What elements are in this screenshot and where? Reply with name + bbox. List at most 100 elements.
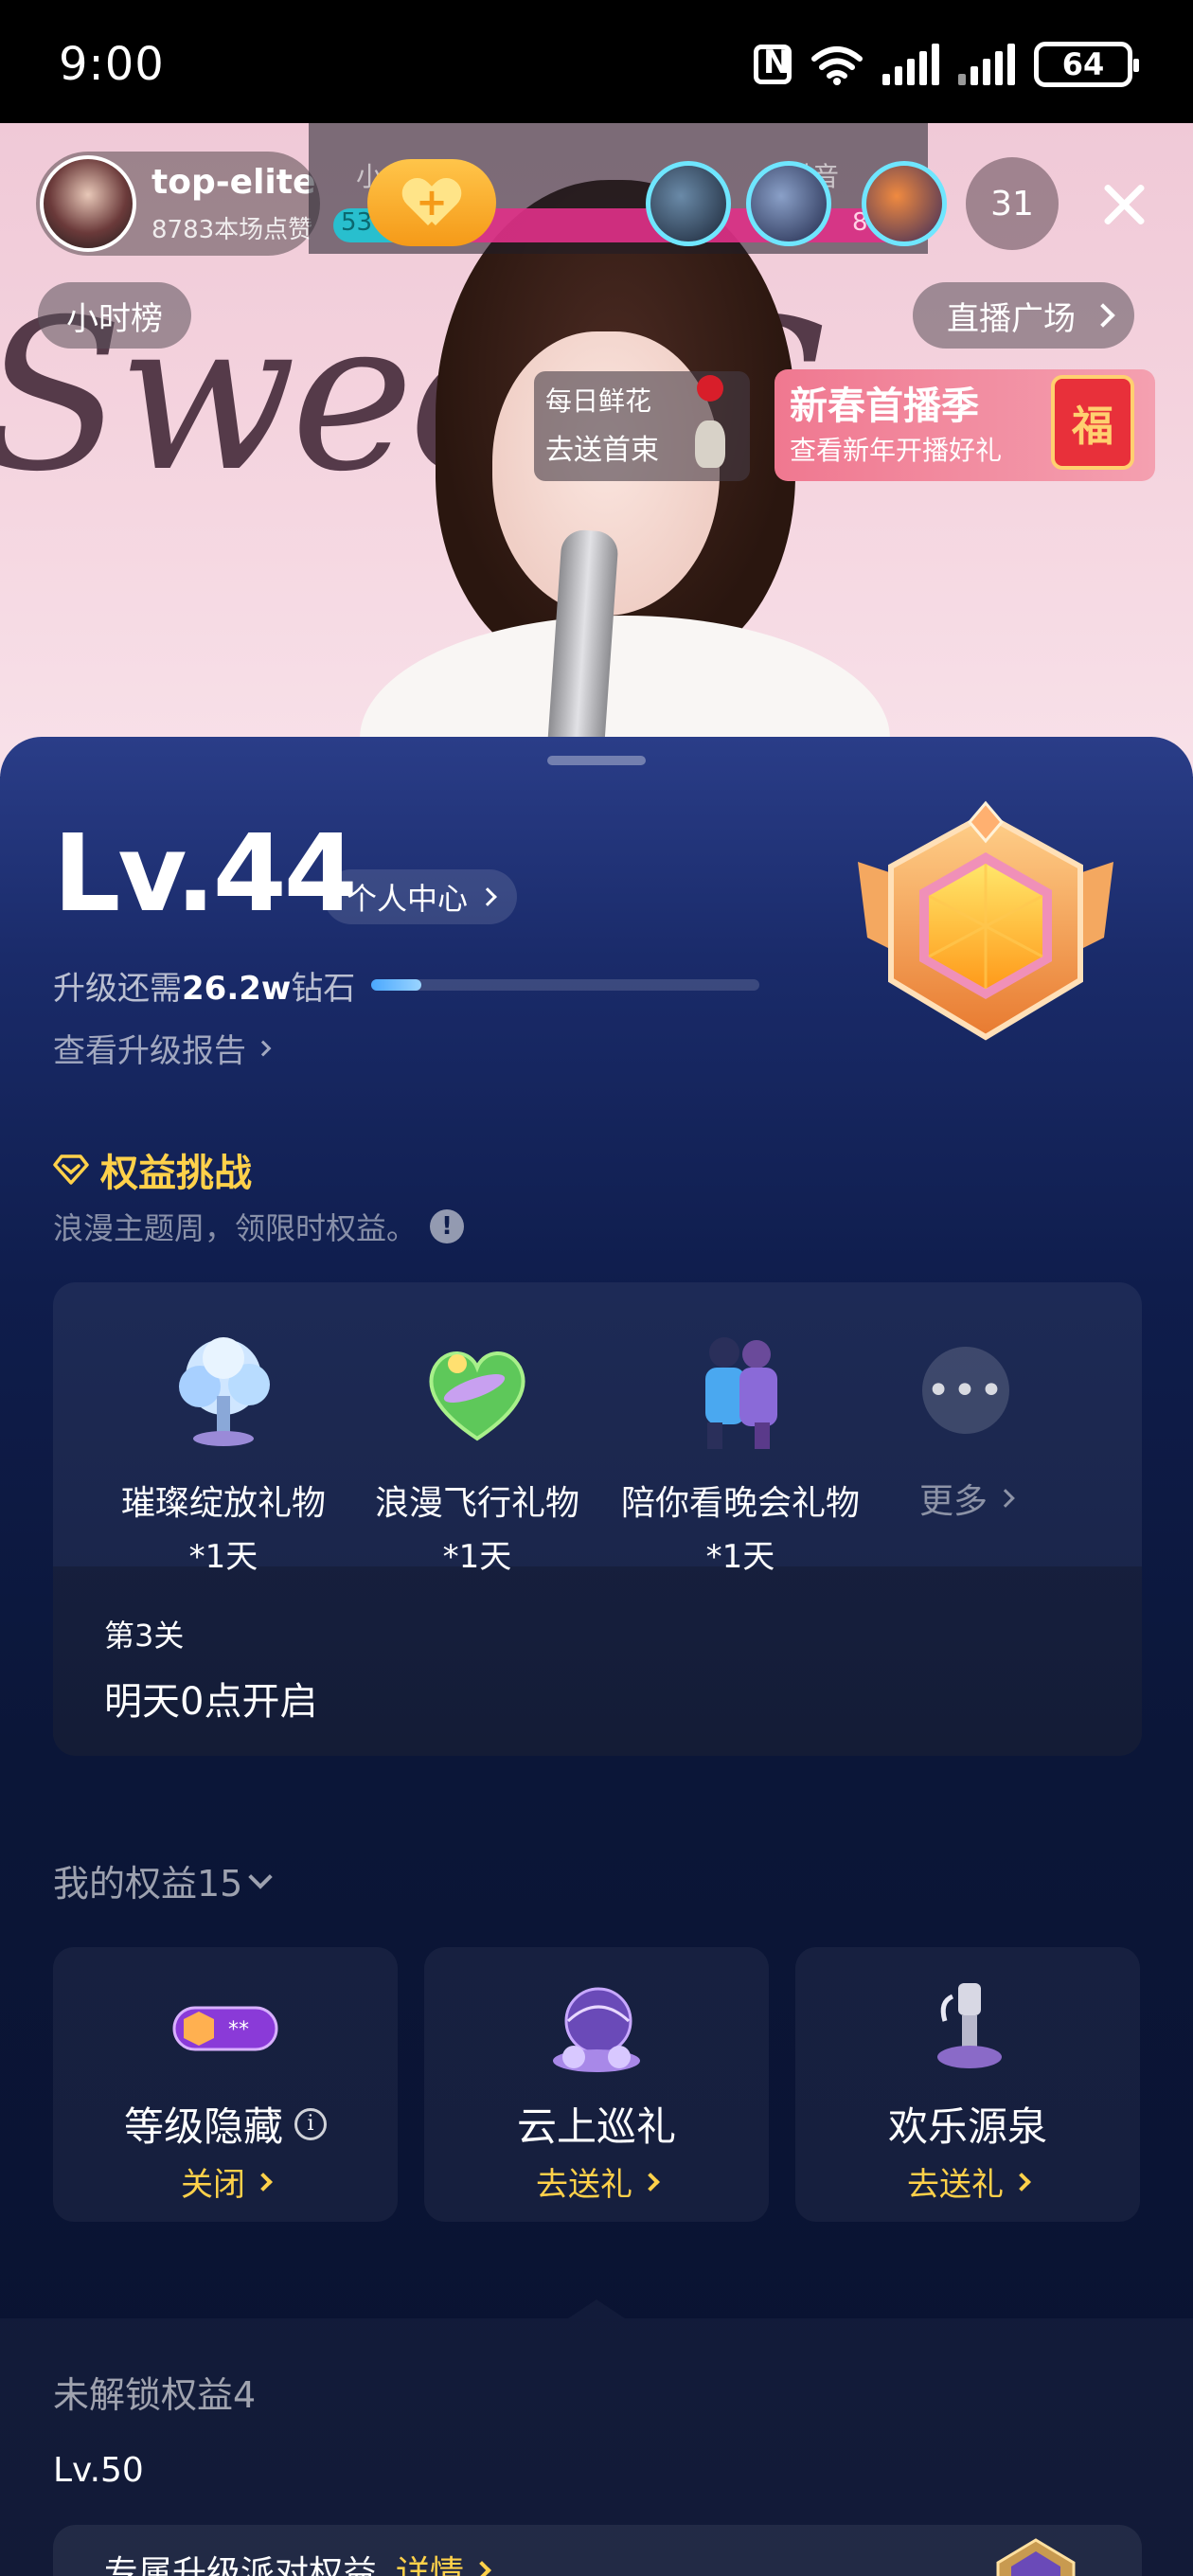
personal-center-label: 个人中心 bbox=[347, 881, 469, 917]
stage-open-time: 明天0点开启 bbox=[104, 1680, 318, 1724]
detail-label: 详情 bbox=[396, 2554, 465, 2576]
live-square-button[interactable]: 直播广场 bbox=[913, 282, 1134, 349]
upgrade-report-label: 查看升级报告 bbox=[53, 1032, 246, 1070]
nfc-icon bbox=[754, 44, 792, 84]
stage-number: 第3关 bbox=[104, 1618, 185, 1654]
personal-center-button[interactable]: 个人中心 bbox=[324, 869, 518, 924]
gift-duration: *1天 bbox=[705, 1538, 775, 1576]
level-badge-icon: ** bbox=[172, 2006, 278, 2051]
chevron-right-icon bbox=[472, 2561, 491, 2576]
locked-perk-detail-link[interactable]: 详情 bbox=[396, 2546, 491, 2576]
more-icon: ••• bbox=[922, 1347, 1009, 1434]
perk-name: 欢乐源泉 bbox=[887, 2103, 1047, 2150]
chevron-right-icon bbox=[1012, 2172, 1031, 2191]
perk-action[interactable]: 关闭 bbox=[53, 2158, 398, 2205]
live-square-label: 直播广场 bbox=[947, 299, 1076, 338]
fountain-icon bbox=[937, 1983, 1002, 2068]
need-amount: 26.2w bbox=[182, 970, 292, 1008]
diamond-icon bbox=[53, 1154, 89, 1185]
gift-item[interactable]: 浪漫飞行礼物 *1天 bbox=[354, 1330, 600, 1577]
viewer-avatar[interactable] bbox=[862, 161, 947, 246]
perk-action-label: 关闭 bbox=[181, 2166, 245, 2204]
status-bar: 9:00 64 bbox=[0, 0, 1193, 123]
level-panel: Lv.44 个人中心 升级还需26.2w钻石 查看升级报告 权益挑战 浪漫主题周 bbox=[0, 737, 1193, 2576]
level-progress-fill bbox=[371, 979, 422, 991]
signal-icon bbox=[958, 44, 1015, 85]
plus-icon: + bbox=[416, 181, 448, 224]
perk-name: 云上巡礼 bbox=[516, 2103, 676, 2150]
perk-action-label: 去送礼 bbox=[907, 2166, 1004, 2204]
my-perks-toggle[interactable]: 我的权益15 bbox=[53, 1854, 274, 1906]
gift-button[interactable]: + bbox=[367, 159, 496, 246]
chevron-right-icon bbox=[996, 1489, 1015, 1508]
flower-card-line2: 去送首束 bbox=[545, 434, 659, 467]
spring-card-title: 新春首播季 bbox=[790, 385, 979, 428]
level-badge-icon bbox=[858, 800, 1113, 1041]
viewer-avatar[interactable] bbox=[746, 161, 831, 246]
couple-icon bbox=[705, 1337, 777, 1449]
perk-card[interactable]: ** 等级隐藏 i 关闭 bbox=[53, 1947, 398, 2222]
stage-section bbox=[53, 1566, 1142, 1756]
challenge-gift-card: 璀璨绽放礼物 *1天 浪漫飞行礼物 *1天 陪你看晚会礼物 *1天 ••• 更多… bbox=[53, 1282, 1142, 1756]
perk-name-label: 等级隐藏 bbox=[123, 2103, 283, 2150]
gift-name: 陪你看晚会礼物 bbox=[620, 1484, 860, 1523]
info-icon[interactable]: ! bbox=[430, 1209, 465, 1243]
host-name: top-elite bbox=[151, 163, 316, 202]
svg-text:**: ** bbox=[228, 2018, 249, 2042]
locked-perk-text: 专属升级派对权益 详情 bbox=[104, 2546, 491, 2576]
hour-rank-label: 小时榜 bbox=[66, 299, 163, 338]
more-gifts-button[interactable]: ••• 更多 bbox=[862, 1330, 1070, 1523]
perk-action[interactable]: 去送礼 bbox=[795, 2158, 1140, 2205]
gift-duration: *1天 bbox=[442, 1538, 512, 1576]
gift-name: 浪漫飞行礼物 bbox=[374, 1484, 579, 1523]
cloud-tour-icon bbox=[553, 1987, 640, 2072]
hour-rank-button[interactable]: 小时榜 bbox=[38, 282, 191, 349]
section-notch bbox=[568, 2299, 625, 2318]
more-text: 更多 bbox=[918, 1482, 988, 1521]
rose-vase-icon bbox=[689, 375, 731, 470]
spring-card-subtitle: 查看新年开播好礼 bbox=[790, 435, 1003, 466]
locked-perks-title: 未解锁权益4 bbox=[53, 2374, 257, 2416]
crystal-tree-icon bbox=[179, 1337, 270, 1446]
challenge-subtitle-label: 浪漫主题周，领限时权益。 bbox=[53, 1210, 418, 1246]
party-badge-icon bbox=[996, 2538, 1076, 2576]
status-icons: 64 bbox=[754, 42, 1139, 87]
heart-plane-icon bbox=[429, 1351, 525, 1441]
chevron-down-icon bbox=[248, 1864, 274, 1889]
gift-name: 璀璨绽放礼物 bbox=[120, 1484, 326, 1523]
perk-card[interactable]: 欢乐源泉 去送礼 bbox=[795, 1947, 1140, 2222]
challenge-subtitle: 浪漫主题周，领限时权益。 ! bbox=[53, 1205, 465, 1248]
chevron-right-icon bbox=[1091, 303, 1115, 328]
status-time: 9:00 bbox=[59, 38, 165, 91]
chevron-right-icon bbox=[255, 1040, 272, 1056]
chevron-right-icon bbox=[478, 887, 497, 906]
upgrade-requirement: 升级还需26.2w钻石 bbox=[53, 962, 355, 1009]
more-label: 更多 bbox=[862, 1474, 1070, 1523]
close-icon[interactable] bbox=[1098, 178, 1151, 231]
fu-calendar-icon: 福 bbox=[1051, 375, 1134, 470]
chevron-right-icon bbox=[254, 2172, 273, 2191]
gift-item[interactable]: 璀璨绽放礼物 *1天 bbox=[100, 1330, 347, 1577]
perk-action[interactable]: 去送礼 bbox=[424, 2158, 769, 2205]
gift-duration: *1天 bbox=[188, 1538, 258, 1576]
signal-icon bbox=[882, 44, 939, 85]
flower-card-line1: 每日鲜花 bbox=[545, 385, 652, 417]
perk-card[interactable]: 云上巡礼 去送礼 bbox=[424, 1947, 769, 2222]
gift-item[interactable]: 陪你看晚会礼物 *1天 bbox=[617, 1330, 864, 1577]
chevron-right-icon bbox=[641, 2172, 660, 2191]
battery-level: 64 bbox=[1061, 46, 1105, 82]
host-likes: 8783本场点赞 bbox=[151, 216, 313, 244]
upgrade-report-link[interactable]: 查看升级报告 bbox=[53, 1025, 272, 1071]
viewer-count[interactable]: 31 bbox=[966, 157, 1059, 250]
info-icon[interactable]: i bbox=[294, 2107, 327, 2140]
locked-level: Lv.50 bbox=[53, 2451, 144, 2490]
host-avatar[interactable] bbox=[40, 155, 136, 252]
drag-handle[interactable] bbox=[547, 756, 646, 765]
level-label: Lv.44 bbox=[53, 813, 358, 936]
wifi-icon bbox=[811, 46, 863, 85]
locked-perk-label: 专属升级派对权益 bbox=[104, 2554, 378, 2576]
viewer-avatar[interactable] bbox=[646, 161, 731, 246]
need-suffix: 钻石 bbox=[291, 970, 356, 1008]
pk-left-score: 53 bbox=[341, 208, 373, 237]
challenge-title: 权益挑战 bbox=[53, 1142, 252, 1197]
